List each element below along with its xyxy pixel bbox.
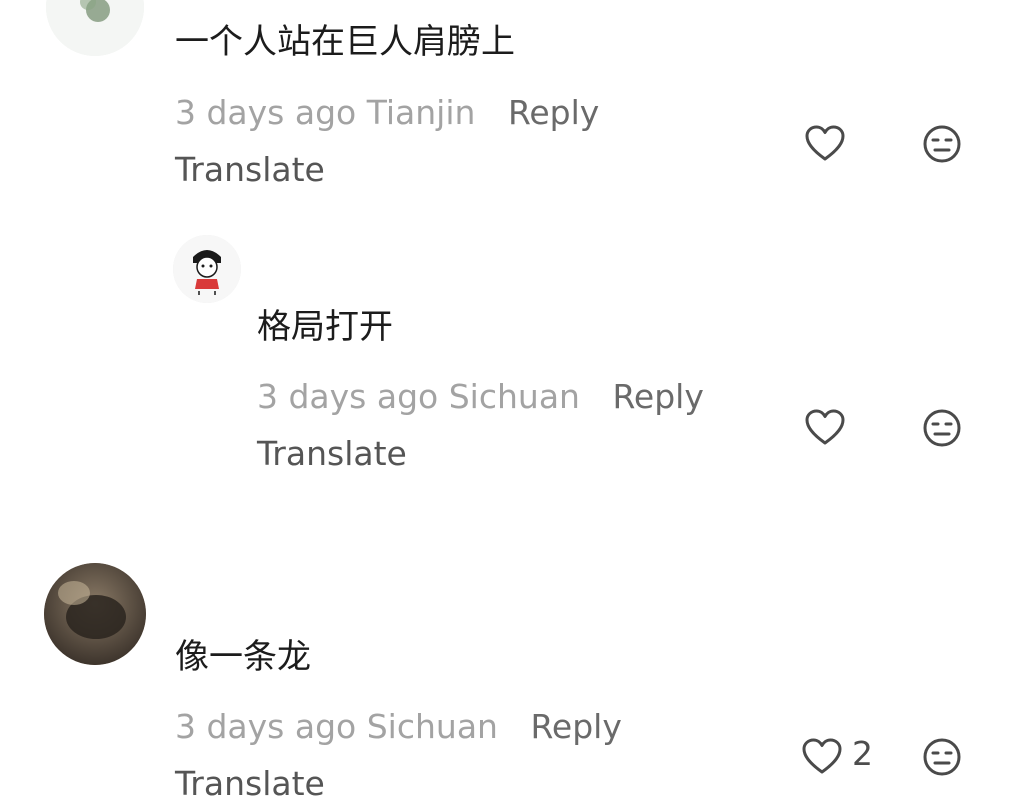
avatar[interactable] [173,235,241,303]
like-button[interactable] [800,735,844,779]
dislike-button[interactable] [920,406,964,450]
avatar[interactable] [46,0,144,56]
translate-button[interactable]: Translate [257,434,407,474]
comment-meta: 3 days ago Sichuan Reply [175,707,622,747]
comment-meta: 3 days ago Tianjin Reply [175,93,599,133]
neutral-face-icon [923,409,961,447]
comment-text: 格局打开 [257,307,393,347]
like-button[interactable] [803,122,847,166]
comment-location: Tianjin [366,93,476,132]
like-count: 2 [852,734,873,773]
reply-button[interactable]: Reply [612,377,703,416]
reply-button[interactable]: Reply [508,93,599,132]
avatar-image [46,0,144,56]
comments-panel: 一个人站在巨人肩膀上 3 days ago Tianjin Reply Tran… [0,0,1024,810]
dislike-button[interactable] [920,735,964,779]
heart-outline-icon [805,409,845,445]
dislike-button[interactable] [920,122,964,166]
reply-button[interactable]: Reply [530,707,621,746]
comment-meta: 3 days ago Sichuan Reply [257,377,704,417]
neutral-face-icon [923,125,961,163]
comment-time: 3 days ago [175,93,357,132]
comment-time: 3 days ago [257,377,439,416]
comment-location: Sichuan [448,377,580,416]
heart-outline-icon [805,125,845,161]
like-button[interactable] [803,406,847,450]
avatar[interactable] [44,563,146,665]
avatar-image [44,563,146,665]
translate-button[interactable]: Translate [175,150,325,190]
comment-text: 像一条龙 [175,637,311,677]
comment-time: 3 days ago [175,707,357,746]
heart-outline-icon [802,738,842,774]
translate-button[interactable]: Translate [175,764,325,804]
comment-text: 一个人站在巨人肩膀上 [175,22,515,62]
neutral-face-icon [923,738,961,776]
avatar-image [173,235,241,303]
comment-location: Sichuan [366,707,498,746]
